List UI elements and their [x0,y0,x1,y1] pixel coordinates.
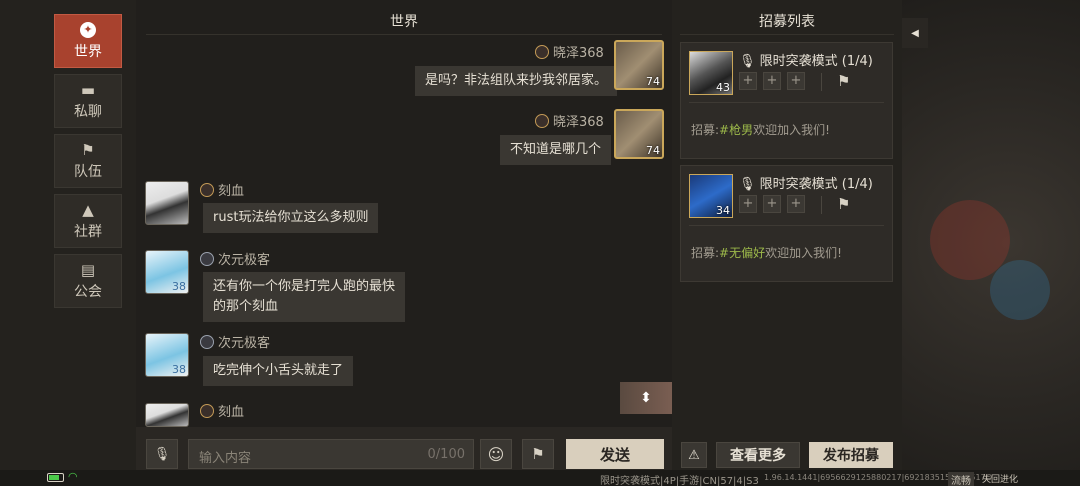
recruit-panel: 招募列表 43 🎙 限时突袭模式 (1/4) + + + ⚑ 招募:#枪男欢迎加… [672,0,902,486]
nav-item-private[interactable]: ▬ 私聊 [54,74,122,128]
join-flag-icon[interactable]: ⚑ [837,72,850,90]
view-more-button[interactable]: 查看更多 [716,442,800,468]
user-icon: ⬍ [640,390,652,406]
recruit-card[interactable]: 34 🎙 限时突袭模式 (1/4) + + + ⚑ 招募:#无偏好欢迎加入我们! [680,165,893,282]
avatar[interactable]: 43 [689,51,733,95]
share-flag-button[interactable]: ⚑ [522,439,554,469]
recruit-card[interactable]: 43 🎙 限时突袭模式 (1/4) + + + ⚑ 招募:#枪男欢迎加入我们! [680,42,893,159]
network-status: 流畅 [948,472,974,486]
microphone-icon: 🎙 [739,177,756,192]
rank-badge-icon [200,183,214,197]
sender-name[interactable]: 次元极客 [196,249,270,268]
char-counter: 0/100 [427,447,465,462]
avatar[interactable]: 38 [145,333,189,377]
nav-item-guild[interactable]: ▤ 公会 [54,254,122,308]
speech-bubble-icon: ▬ [80,80,96,99]
nav-item-label: 社群 [74,223,102,240]
avatar-level: 74 [646,144,660,157]
nav-item-label: 队伍 [74,163,102,180]
avatar[interactable]: 34 [689,174,733,218]
sender-name[interactable]: 晓泽368 [531,111,604,130]
voice-mute-button[interactable]: 🎙 [146,439,178,469]
flag-icon: ⚑ [81,140,95,159]
status-bar: ◠ 限时突袭模式|4P|手游|CN|57|4|S3 1.96.14.1441|6… [0,470,1080,486]
avatar[interactable]: 74 [614,40,664,90]
message-bubble[interactable]: rust玩法给你立这么多规则 [203,203,379,233]
microphone-icon: 🎙 [739,54,756,69]
recruit-text: 招募:#无偏好欢迎加入我们! [691,246,842,260]
campfire-icon: ▲ [82,200,94,219]
avatar[interactable] [145,181,189,225]
rank-badge-icon [535,45,549,59]
message-bubble[interactable]: 还有你一个你是打完人跑的最快 的那个刻血 [203,272,406,322]
rank-badge-icon [200,335,214,349]
avatar[interactable]: 74 [614,109,664,159]
divider [689,102,884,103]
avatar-level: 38 [172,363,186,376]
rank-badge-icon [535,114,549,128]
message-bubble[interactable]: 吃完伸个小舌头就走了 [203,356,354,386]
avatar-level: 34 [716,204,730,217]
nav-item-world[interactable]: ✦ 世界 [54,14,122,68]
nav-item-label: 公会 [74,283,102,300]
match-info: 限时突袭模式|4P|手游|CN|57|4|S3 [600,476,759,486]
chat-input[interactable]: 输入内容 0/100 [188,439,474,469]
warning-icon: ⚠ [688,447,700,463]
empty-slot: + [787,72,805,90]
scroll-to-latest-button[interactable]: ⬍ [620,382,672,414]
world-chat-panel[interactable]: 世界 晓泽368 是吗？非法组队来抄我邻居家。 74 晓泽368 不知道是哪几个… [136,0,672,486]
divider [146,34,662,35]
microphone-off-icon: 🎙 [153,446,171,462]
sender-name[interactable]: 晓泽368 [531,42,604,61]
recruit-text: 招募:#枪男欢迎加入我们! [691,123,830,137]
globe-icon: ✦ [80,21,96,38]
report-button[interactable]: ⚠ [681,442,707,468]
recruit-mode: 🎙 限时突袭模式 (1/4) [739,177,873,192]
empty-slot: + [787,195,805,213]
message-bubble[interactable]: 不知道是哪几个 [500,135,612,165]
nav-item-community[interactable]: ▲ 社群 [54,194,122,248]
nav-item-team[interactable]: ⚑ 队伍 [54,134,122,188]
avatar-level: 74 [646,75,660,88]
chat-category-nav: ✦ 世界 ▬ 私聊 ⚑ 队伍 ▲ 社群 ▤ 公会 [54,14,122,314]
empty-slot: + [739,72,757,90]
emoji-button[interactable]: ☺ [480,439,512,469]
divider [680,34,894,35]
recruit-title: 招募列表 [759,14,815,30]
flag-arrow-icon: ⚑ [531,445,545,463]
game-background [900,0,1080,486]
world-chat-title: 世界 [390,14,418,30]
nav-item-label: 世界 [74,43,102,60]
divider [689,225,884,226]
sender-name[interactable]: 刻血 [196,401,244,420]
avatar[interactable]: 38 [145,250,189,294]
join-flag-icon[interactable]: ⚑ [837,195,850,213]
divider [821,196,822,214]
rank-badge-icon [200,404,214,418]
divider [821,73,822,91]
sender-name[interactable]: 次元极客 [196,332,270,351]
wifi-icon: ◠ [68,470,78,483]
nav-item-label: 私聊 [74,103,102,120]
avatar[interactable] [145,403,189,427]
recruit-mode: 🎙 限时突袭模式 (1/4) [739,54,873,69]
avatar-level: 38 [172,280,186,293]
banner-icon: ▤ [80,260,96,279]
empty-slot: + [763,195,781,213]
publish-recruit-button[interactable]: 发布招募 [809,442,893,468]
send-button[interactable]: 发送 [566,439,664,469]
arrow-left-icon: ◀ [911,27,919,39]
smiley-icon: ☺ [487,444,505,464]
input-placeholder: 输入内容 [199,451,252,466]
empty-slot: + [763,72,781,90]
collapse-panel-button[interactable]: ◀ [902,18,928,48]
empty-slot: + [739,195,757,213]
message-bubble[interactable]: 是吗？非法组队来抄我邻居家。 [415,66,618,96]
rank-badge-icon [200,252,214,266]
battery-icon [47,473,64,482]
sender-name[interactable]: 刻血 [196,180,244,199]
avatar-level: 43 [716,81,730,94]
game-logo: 失回进化 [982,475,1019,485]
